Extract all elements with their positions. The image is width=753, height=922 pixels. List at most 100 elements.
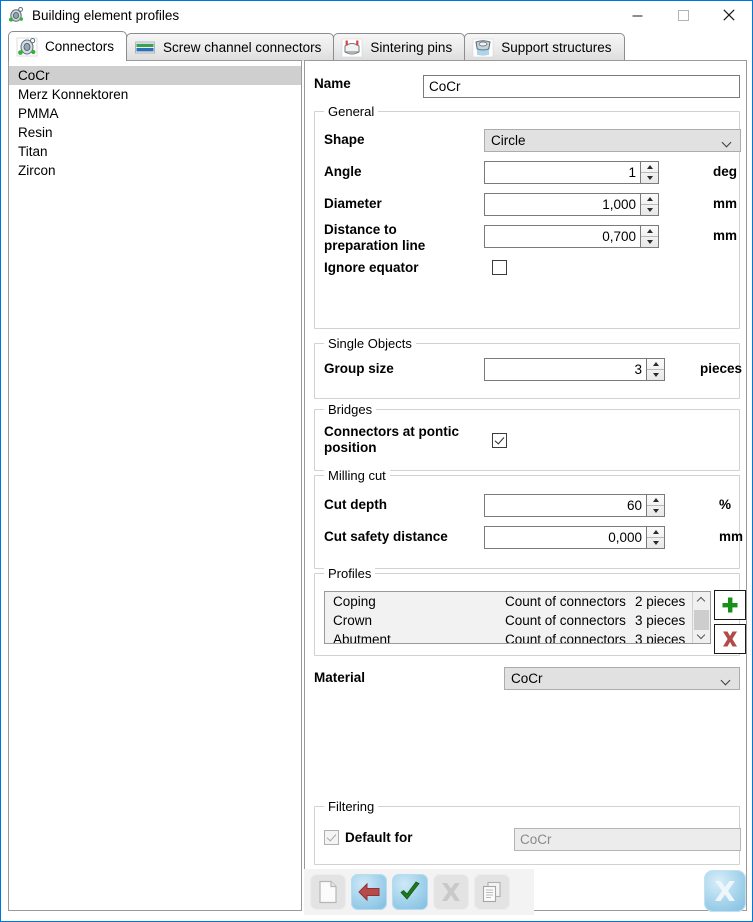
angle-spin-up[interactable] xyxy=(641,162,658,173)
tab-screw-channel-connectors-label: Screw channel connectors xyxy=(163,40,322,55)
profile-metric: Count of connectors xyxy=(505,613,626,628)
profile-name: Crown xyxy=(333,613,373,628)
cut-safety-distance-spinner[interactable] xyxy=(647,526,665,549)
general-group-title: General xyxy=(324,104,379,119)
angle-unit: deg xyxy=(713,164,738,179)
group-size-spinner[interactable] xyxy=(647,358,665,381)
cut-depth-label: Cut depth xyxy=(324,497,387,512)
default-for-checkbox[interactable] xyxy=(324,830,339,845)
cut-depth-spin-up[interactable] xyxy=(647,495,664,506)
angle-spin-down[interactable] xyxy=(641,173,658,183)
name-input[interactable] xyxy=(423,75,740,98)
chevron-down-icon xyxy=(698,631,706,639)
tab-support-structures-label: Support structures xyxy=(501,40,612,55)
scroll-down-button[interactable] xyxy=(693,626,710,643)
diameter-spin-up[interactable] xyxy=(641,194,658,205)
tab-screw-channel-connectors[interactable]: Screw channel connectors xyxy=(126,33,335,61)
distance-spin-down[interactable] xyxy=(641,237,658,247)
group-size-input[interactable] xyxy=(484,358,647,381)
cancel-button[interactable] xyxy=(433,874,469,910)
profiles-group-title: Profiles xyxy=(324,566,376,581)
angle-input[interactable] xyxy=(484,161,641,184)
x-icon xyxy=(723,631,737,647)
angle-spinner[interactable] xyxy=(641,161,659,184)
tab-strip: Connectors Screw channel connectors Sint… xyxy=(8,31,745,61)
cut-safety-spin-down[interactable] xyxy=(647,538,664,548)
profile-name: Coping xyxy=(333,594,376,609)
chevron-down-icon xyxy=(722,677,731,682)
copy-button[interactable] xyxy=(474,874,510,910)
connectors-at-pontic-position-label: Connectors at pontic position xyxy=(324,424,460,455)
app-icon xyxy=(8,6,26,24)
maximize-button[interactable] xyxy=(660,1,706,29)
distance-to-preparation-line-input[interactable] xyxy=(484,225,641,248)
copy-icon xyxy=(482,881,501,903)
material-value: CoCr xyxy=(511,671,543,686)
connectors-at-pontic-position-checkbox[interactable] xyxy=(492,433,507,448)
blue-x-icon xyxy=(715,881,735,901)
profile-metric: Count of connectors xyxy=(505,594,626,609)
distance-spinner[interactable] xyxy=(641,225,659,248)
add-profile-button[interactable] xyxy=(714,590,746,620)
back-button[interactable] xyxy=(351,874,387,910)
list-item-cocr[interactable]: CoCr xyxy=(9,66,301,85)
table-row[interactable]: Crown Count of connectors 3 pieces xyxy=(325,611,710,630)
ignore-equator-checkbox[interactable] xyxy=(492,260,507,275)
tab-connectors[interactable]: Connectors xyxy=(8,31,128,61)
milling-cut-group-title: Milling cut xyxy=(324,468,390,483)
cut-depth-input[interactable] xyxy=(484,494,647,517)
minimize-button[interactable] xyxy=(614,1,660,29)
group-size-spin-up[interactable] xyxy=(647,359,664,370)
distance-spin-up[interactable] xyxy=(641,226,658,237)
shape-value: Circle xyxy=(491,133,526,148)
green-check-icon xyxy=(400,881,420,900)
default-for-label: Default for xyxy=(345,830,413,845)
distance-to-preparation-line-label: Distance to preparation line xyxy=(324,222,426,253)
chevron-up-icon xyxy=(698,597,706,605)
cut-depth-spin-down[interactable] xyxy=(647,506,664,516)
profiles-group: Profiles Coping Count of connectors 2 pi… xyxy=(314,566,746,656)
profile-list[interactable]: CoCr Merz Konnektoren PMMA Resin Titan Z… xyxy=(9,61,301,180)
material-select[interactable]: CoCr xyxy=(504,667,740,690)
delete-profile-button[interactable] xyxy=(714,624,746,654)
profiles-list[interactable]: Coping Count of connectors 2 pieces Crow… xyxy=(324,591,711,644)
group-size-unit: pieces xyxy=(700,361,743,376)
cut-safety-distance-unit: mm xyxy=(719,529,744,544)
scroll-up-button[interactable] xyxy=(693,592,710,609)
list-item-zircon[interactable]: Zircon xyxy=(9,161,301,180)
tab-sintering-pins[interactable]: Sintering pins xyxy=(333,33,466,61)
single-objects-group-title: Single Objects xyxy=(324,336,416,351)
list-item-pmma[interactable]: PMMA xyxy=(9,104,301,123)
diameter-spin-down[interactable] xyxy=(641,205,658,215)
red-left-arrow-icon xyxy=(358,882,380,902)
close-dialog-button[interactable] xyxy=(704,870,746,912)
close-button[interactable] xyxy=(706,1,752,29)
chevron-down-icon xyxy=(723,139,732,144)
cut-safety-spin-up[interactable] xyxy=(647,527,664,538)
list-item-titan[interactable]: Titan xyxy=(9,142,301,161)
apply-button[interactable] xyxy=(392,874,428,910)
general-group: General Shape Circle Angle deg Diameter xyxy=(314,104,741,329)
list-item-merz-konnektoren[interactable]: Merz Konnektoren xyxy=(9,85,301,104)
filtering-group-title: Filtering xyxy=(324,799,379,814)
group-size-spin-down[interactable] xyxy=(647,370,664,380)
cut-depth-spinner[interactable] xyxy=(647,494,665,517)
title-bar: Building element profiles xyxy=(1,1,752,29)
gray-x-icon xyxy=(442,883,460,901)
tab-support-structures[interactable]: Support structures xyxy=(464,33,625,61)
profiles-scrollbar[interactable] xyxy=(692,592,710,643)
profile-details-panel: Name General Shape Circle Angle deg xyxy=(304,60,747,911)
shape-select[interactable]: Circle xyxy=(484,129,741,152)
table-row[interactable]: Abutment Count of connectors 3 pieces xyxy=(325,630,710,643)
table-row[interactable]: Coping Count of connectors 2 pieces xyxy=(325,592,710,611)
diameter-input[interactable] xyxy=(484,193,641,216)
shape-label: Shape xyxy=(324,132,365,147)
diameter-spinner[interactable] xyxy=(641,193,659,216)
tab-sintering-pins-label: Sintering pins xyxy=(370,40,453,55)
cut-safety-distance-input[interactable] xyxy=(484,526,647,549)
new-profile-button[interactable] xyxy=(310,874,346,910)
cut-depth-unit: % xyxy=(719,497,732,512)
material-label: Material xyxy=(314,670,366,685)
list-item-resin[interactable]: Resin xyxy=(9,123,301,142)
ignore-equator-label: Ignore equator xyxy=(324,260,419,275)
